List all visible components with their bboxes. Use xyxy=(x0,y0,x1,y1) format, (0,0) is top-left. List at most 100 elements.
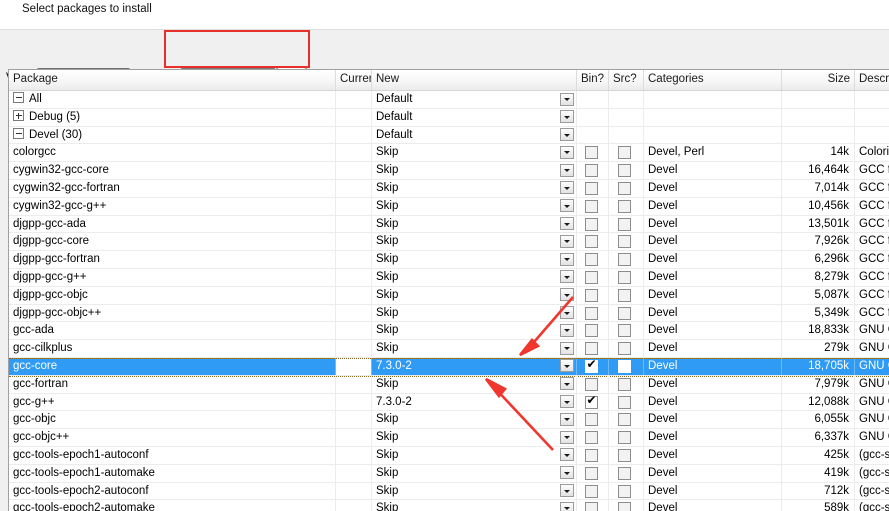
cell-src[interactable] xyxy=(609,144,644,162)
tree-collapse-icon[interactable] xyxy=(13,92,24,104)
bin-checkbox[interactable] xyxy=(585,199,598,213)
version-dropdown-button[interactable] xyxy=(560,92,574,106)
cell-bin[interactable] xyxy=(577,375,609,393)
cell-new-version[interactable]: Skip xyxy=(372,322,577,340)
src-checkbox[interactable] xyxy=(618,288,631,302)
version-dropdown-button[interactable] xyxy=(560,110,574,124)
table-row[interactable]: cygwin32-gcc-core Devel 16,464k GCC fo Skip xyxy=(9,162,889,180)
cell-package[interactable]: gcc-g++ xyxy=(9,393,336,411)
bin-checkbox[interactable] xyxy=(585,306,598,320)
column-header-bin[interactable]: Bin? xyxy=(577,70,609,90)
table-row[interactable]: gcc-ada Devel 18,833k GNU C Skip xyxy=(9,322,889,341)
bin-checkbox[interactable] xyxy=(585,358,598,373)
cell-package[interactable]: gcc-cilkplus xyxy=(9,340,336,357)
bin-checkbox[interactable] xyxy=(585,484,598,498)
cell-package[interactable]: gcc-tools-epoch1-automake xyxy=(9,464,336,482)
table-row[interactable]: djgpp-gcc-g++ Devel 8,279k GCC fo Skip xyxy=(9,268,889,287)
cell-bin[interactable] xyxy=(577,215,609,233)
cell-bin[interactable] xyxy=(577,162,609,179)
cell-bin[interactable] xyxy=(577,197,609,215)
version-dropdown-button[interactable] xyxy=(560,466,574,480)
version-dropdown-button[interactable] xyxy=(560,128,574,142)
cell-package[interactable]: gcc-fortran xyxy=(9,375,336,393)
src-checkbox[interactable] xyxy=(618,377,631,391)
src-checkbox[interactable] xyxy=(618,395,631,409)
version-dropdown-button[interactable] xyxy=(560,306,574,320)
cell-new-version[interactable]: Skip xyxy=(372,251,577,268)
src-checkbox[interactable] xyxy=(618,342,631,356)
cell-src[interactable] xyxy=(609,464,644,482)
cell-package[interactable]: cygwin32-gcc-fortran xyxy=(9,179,336,197)
cell-package[interactable]: gcc-tools-epoch1-autoconf xyxy=(9,446,336,464)
cell-package[interactable]: djgpp-gcc-core xyxy=(9,233,336,251)
table-row[interactable]: gcc-fortran Devel 7,979k GNU C Skip xyxy=(9,375,889,394)
table-row[interactable]: djgpp-gcc-fortran Devel 6,296k GCC fo Skip xyxy=(9,251,889,269)
cell-bin[interactable] xyxy=(577,233,609,251)
cell-src[interactable] xyxy=(609,179,644,197)
cell-bin[interactable] xyxy=(577,340,609,357)
version-dropdown-button[interactable] xyxy=(560,163,574,177)
cell-src[interactable] xyxy=(609,197,644,215)
table-row[interactable]: cygwin32-gcc-fortran Devel 7,014k GCC fo Ski… xyxy=(9,179,889,198)
src-checkbox[interactable] xyxy=(618,413,631,427)
bin-checkbox[interactable] xyxy=(585,181,598,195)
version-dropdown-button[interactable] xyxy=(560,234,574,248)
cell-src[interactable] xyxy=(609,411,644,429)
cell-package[interactable]: All xyxy=(9,91,336,108)
cell-package[interactable]: gcc-core xyxy=(9,357,336,375)
cell-src[interactable] xyxy=(609,340,644,357)
cell-bin[interactable] xyxy=(577,482,609,500)
cell-src[interactable] xyxy=(609,251,644,268)
version-dropdown-button[interactable] xyxy=(560,323,574,337)
bin-checkbox[interactable] xyxy=(585,288,598,302)
bin-checkbox[interactable] xyxy=(585,394,598,409)
table-body[interactable]: All Default Debug (5) Default Devel (30) Defa… xyxy=(9,91,889,511)
cell-package[interactable]: cygwin32-gcc-core xyxy=(9,162,336,179)
table-row[interactable]: gcc-cilkplus Devel 279k GNU C Skip xyxy=(9,340,889,358)
src-checkbox[interactable] xyxy=(618,306,631,320)
version-dropdown-button[interactable] xyxy=(560,448,574,462)
table-row[interactable]: gcc-tools-epoch1-autoconf Devel 425k (gcc-s… xyxy=(9,446,889,465)
cell-new-version[interactable]: 7.3.0-2 xyxy=(372,357,577,375)
cell-package[interactable]: djgpp-gcc-objc xyxy=(9,286,336,304)
cell-src[interactable] xyxy=(609,357,644,375)
table-row[interactable]: Devel (30) Default xyxy=(9,126,889,145)
cell-src[interactable] xyxy=(609,215,644,233)
version-dropdown-button[interactable] xyxy=(560,501,574,511)
cell-new-version[interactable]: Skip xyxy=(372,304,577,322)
table-row[interactable]: djgpp-gcc-core Devel 7,926k GCC fo Skip xyxy=(9,233,889,252)
cell-package[interactable]: djgpp-gcc-objc++ xyxy=(9,304,336,322)
table-row[interactable]: djgpp-gcc-objc++ Devel 5,349k GCC fo Skip xyxy=(9,304,889,323)
cell-new-version[interactable]: Skip xyxy=(372,411,577,429)
cell-package[interactable]: gcc-ada xyxy=(9,322,336,340)
cell-new-version[interactable]: Skip xyxy=(372,286,577,304)
cell-src[interactable] xyxy=(609,233,644,251)
bin-checkbox[interactable] xyxy=(585,324,598,338)
cell-new-version[interactable]: Skip xyxy=(372,500,577,511)
tree-collapse-icon[interactable] xyxy=(13,128,24,140)
bin-checkbox[interactable] xyxy=(585,342,598,356)
cell-new-version[interactable]: Skip xyxy=(372,464,577,482)
cell-new-version[interactable]: Skip xyxy=(372,215,577,233)
cell-src[interactable] xyxy=(609,162,644,179)
src-checkbox[interactable] xyxy=(618,146,631,160)
cell-bin[interactable] xyxy=(577,464,609,482)
cell-new-version[interactable]: Default xyxy=(372,91,577,108)
cell-src[interactable] xyxy=(609,375,644,393)
table-row[interactable]: gcc-g++ Devel 12,088k GNU C 7.3.0-2 xyxy=(9,393,889,412)
cell-bin[interactable] xyxy=(577,179,609,197)
bin-checkbox[interactable] xyxy=(585,413,598,427)
src-checkbox[interactable] xyxy=(618,181,631,195)
cell-package[interactable]: gcc-objc xyxy=(9,411,336,429)
cell-src[interactable] xyxy=(609,304,644,322)
cell-bin[interactable] xyxy=(577,268,609,286)
src-checkbox[interactable] xyxy=(618,253,631,267)
cell-src[interactable] xyxy=(609,322,644,340)
package-list[interactable]: Package Current New Bin? Src? Categories Size D… xyxy=(8,69,889,511)
column-header-cat[interactable]: Categories xyxy=(644,70,782,90)
column-header-cur[interactable]: Current xyxy=(336,70,372,90)
cell-new-version[interactable]: 7.3.0-2 xyxy=(372,393,577,411)
cell-src[interactable] xyxy=(609,429,644,446)
table-row[interactable]: gcc-tools-epoch1-automake Devel 419k (gcc-s… xyxy=(9,464,889,483)
version-dropdown-button[interactable] xyxy=(560,288,574,302)
